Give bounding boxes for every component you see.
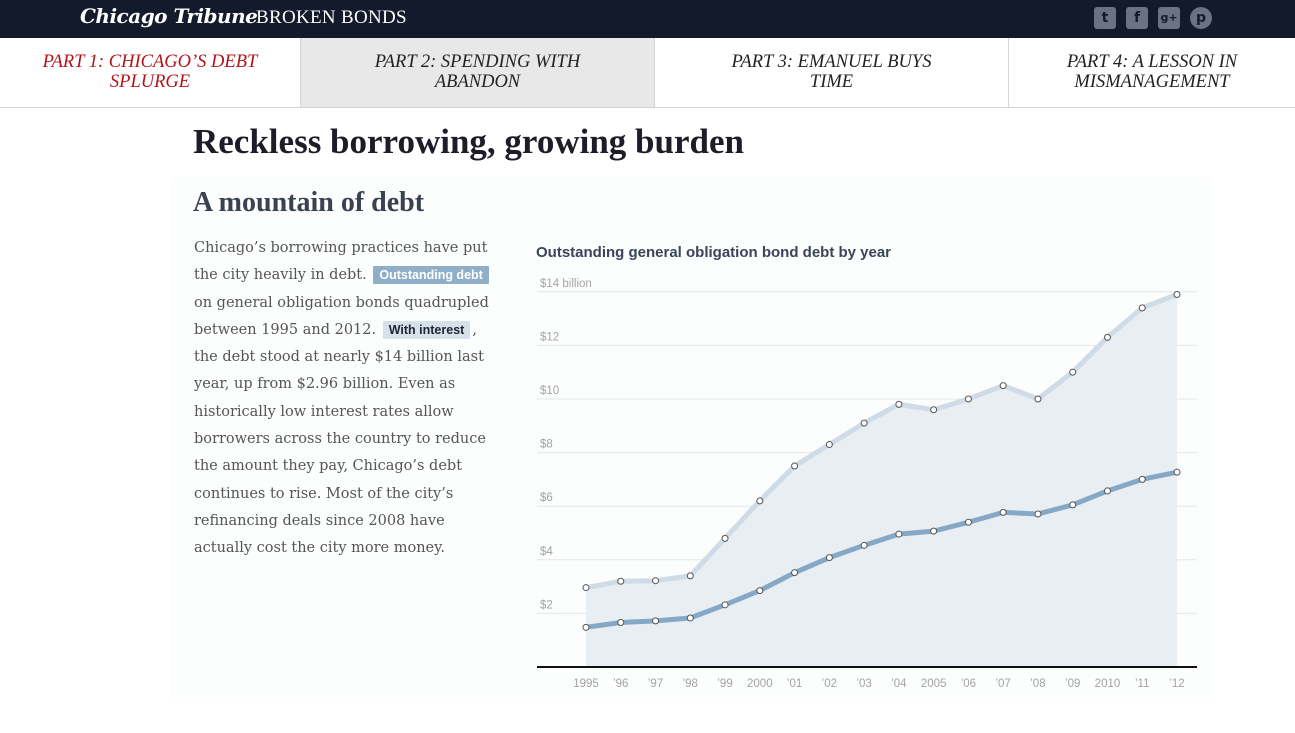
outstanding-debt-point — [756, 587, 764, 595]
with-interest-point — [930, 406, 938, 414]
x-tick-label: ’01 — [787, 678, 802, 690]
nav-part-3-line2: TIME — [809, 72, 854, 92]
nav-part-3-line1: PART 3: EMANUEL BUYS — [731, 52, 932, 72]
with-interest-point — [791, 462, 799, 470]
graphic-subhead: A mountain of debt — [193, 187, 425, 218]
with-interest-point — [825, 441, 833, 449]
with-interest-point — [1173, 290, 1181, 298]
x-tick-label: ’02 — [822, 678, 837, 690]
google-plus-icon[interactable]: g+ — [1158, 7, 1180, 29]
x-tick-label: ’98 — [683, 678, 698, 690]
x-tick-label: ’96 — [613, 678, 628, 690]
page-headline: Reckless borrowing, growing burden — [193, 122, 744, 161]
outstanding-debt-point — [721, 601, 729, 609]
nav-part-1[interactable]: PART 1: CHICAGO’S DEBT SPLURGE — [0, 38, 301, 107]
outstanding-debt-point — [999, 508, 1007, 516]
outstanding-debt-point — [1173, 468, 1181, 476]
outstanding-debt-point — [1069, 501, 1077, 509]
x-tick-label: 1995 — [573, 678, 599, 690]
outstanding-debt-point — [791, 569, 799, 577]
nav-part-2-line1: PART 2: SPENDING WITH — [374, 52, 581, 72]
section-title[interactable]: BROKEN BONDS — [256, 7, 407, 29]
graphic-body-text: Chicago’s borrowing practices have put t… — [194, 235, 496, 563]
nav-part-2-line2: ABANDON — [434, 72, 521, 92]
outstanding-debt-point — [895, 530, 903, 538]
with-interest-point — [1103, 333, 1111, 341]
y-tick-label: $14 billion — [540, 278, 592, 290]
y-tick-label: $2 — [540, 599, 553, 611]
outstanding-debt-point — [825, 554, 833, 562]
outstanding-debt-point — [652, 617, 660, 625]
outstanding-debt-point — [1103, 487, 1111, 495]
with-interest-point — [999, 382, 1007, 390]
nav-part-4-line2: MISMANAGEMENT — [1074, 72, 1230, 92]
outstanding-debt-point — [582, 623, 590, 631]
top-bar: Chicago Tribune BROKEN BONDS t f g+ p — [0, 0, 1295, 38]
nav-part-4-line1: PART 4: A LESSON IN — [1066, 52, 1238, 72]
chicago-tribune-logo[interactable]: Chicago Tribune — [80, 4, 258, 28]
y-tick-label: $10 — [540, 385, 559, 397]
x-tick-label: ’06 — [961, 678, 976, 690]
x-tick-label: 2010 — [1095, 678, 1121, 690]
twitter-icon[interactable]: t — [1094, 7, 1116, 29]
x-tick-label: 2005 — [921, 678, 947, 690]
outstanding-debt-toggle[interactable]: Outstanding debt — [373, 266, 489, 285]
outstanding-debt-point — [930, 527, 938, 535]
x-tick-label: ’04 — [891, 678, 907, 690]
with-interest-toggle[interactable]: With interest — [382, 320, 471, 339]
x-tick-label: ’97 — [648, 678, 663, 690]
outstanding-debt-point — [1138, 475, 1146, 483]
outstanding-debt-point — [860, 541, 868, 549]
with-interest-point — [964, 395, 972, 403]
with-interest-point — [895, 400, 903, 408]
with-interest-point — [617, 577, 625, 585]
y-tick-label: $8 — [540, 439, 553, 451]
x-tick-label: 2000 — [747, 678, 773, 690]
facebook-icon[interactable]: f — [1126, 7, 1148, 29]
x-tick-label: ’07 — [995, 678, 1010, 690]
with-interest-point — [756, 497, 764, 505]
with-interest-point — [721, 534, 729, 542]
with-interest-point — [1034, 395, 1042, 403]
chart-title: Outstanding general obligation bond debt… — [536, 244, 892, 261]
with-interest-point — [652, 577, 660, 585]
x-tick-label: ’08 — [1030, 678, 1045, 690]
y-tick-label: $6 — [540, 492, 553, 504]
with-interest-point — [1138, 304, 1146, 312]
y-tick-label: $4 — [540, 546, 553, 558]
with-interest-point — [860, 419, 868, 427]
with-interest-point — [582, 584, 590, 592]
nav-part-3[interactable]: PART 3: EMANUEL BUYS TIME — [655, 38, 1009, 107]
with-interest-area — [586, 294, 1177, 667]
pinterest-icon[interactable]: p — [1190, 7, 1212, 29]
x-tick-label: ’99 — [717, 678, 732, 690]
x-tick-label: ’11 — [1135, 678, 1150, 690]
outstanding-debt-point — [964, 518, 972, 526]
x-tick-label: ’03 — [856, 678, 871, 690]
debt-chart: $2 $4 $6 $8 $10 $12 $14 billion 1995 ’96 ’97 ’98 ’9… — [537, 278, 1197, 690]
outstanding-debt-point — [686, 614, 694, 622]
with-interest-point — [686, 572, 694, 580]
x-tick-label: ’09 — [1065, 678, 1080, 690]
nav-part-1-line1: PART 1: CHICAGO’S DEBT — [42, 52, 258, 72]
y-tick-label: $12 — [540, 331, 559, 343]
nav-part-2[interactable]: PART 2: SPENDING WITH ABANDON — [301, 38, 655, 107]
with-interest-point — [1069, 368, 1077, 376]
part-navigation: PART 1: CHICAGO’S DEBT SPLURGE PART 2: S… — [0, 38, 1295, 108]
body-part-3: , the debt stood at nearly $14 billion l… — [194, 321, 486, 557]
nav-part-1-line2: SPLURGE — [109, 72, 191, 92]
x-tick-label: ’12 — [1169, 678, 1184, 690]
nav-part-4[interactable]: PART 4: A LESSON IN MISMANAGEMENT — [1009, 38, 1295, 107]
outstanding-debt-point — [1034, 510, 1042, 518]
outstanding-debt-point — [617, 619, 625, 627]
